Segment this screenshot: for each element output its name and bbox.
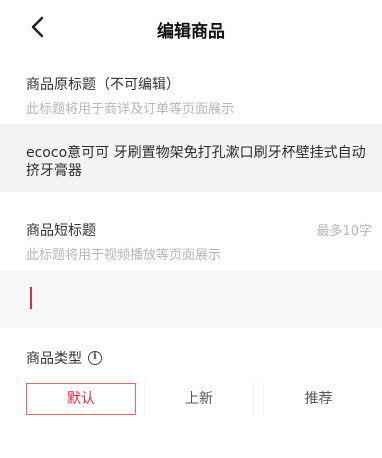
type-option-new[interactable]: 上新 — [144, 383, 254, 415]
short-title-section: 商品短标题 最多10字 此标题将用于视频播放等页面展示 — [0, 192, 382, 270]
edit-product-page: 编辑商品 商品原标题（不可编辑） 此标题将用于商详及订单等页面展示 ecoco意… — [0, 0, 382, 458]
type-option-default[interactable]: 默认 — [26, 383, 136, 415]
original-title-label: 商品原标题（不可编辑） — [26, 77, 180, 93]
original-title-section: 商品原标题（不可编辑） 此标题将用于商详及订单等页面展示 — [0, 58, 382, 124]
short-title-limit: 最多10字 — [316, 224, 372, 239]
original-title-value: ecoco意可可 牙刷置物架免打孔漱口刷牙杯壁挂式自动挤牙膏器 — [26, 145, 366, 179]
short-title-input[interactable] — [0, 270, 382, 328]
original-title-value-section: ecoco意可可 牙刷置物架免打孔漱口刷牙杯壁挂式自动挤牙膏器 — [0, 124, 382, 192]
nav-bar: 编辑商品 — [0, 0, 382, 58]
type-option-recommend[interactable]: 推荐 — [263, 383, 373, 415]
text-cursor — [30, 287, 32, 309]
product-type-section: 商品类型 i 默认 上新 推荐 — [0, 328, 382, 458]
original-title-hint: 此标题将用于商详及订单等页面展示 — [26, 102, 235, 117]
short-title-input-section — [0, 270, 382, 328]
product-type-header: 商品类型 i — [26, 348, 102, 368]
short-title-hint: 此标题将用于视频播放等页面展示 — [26, 248, 222, 263]
page-title: 编辑商品 — [157, 22, 225, 42]
product-type-label: 商品类型 — [26, 351, 82, 367]
short-title-label: 商品短标题 — [26, 223, 96, 239]
info-icon[interactable]: i — [88, 351, 102, 365]
